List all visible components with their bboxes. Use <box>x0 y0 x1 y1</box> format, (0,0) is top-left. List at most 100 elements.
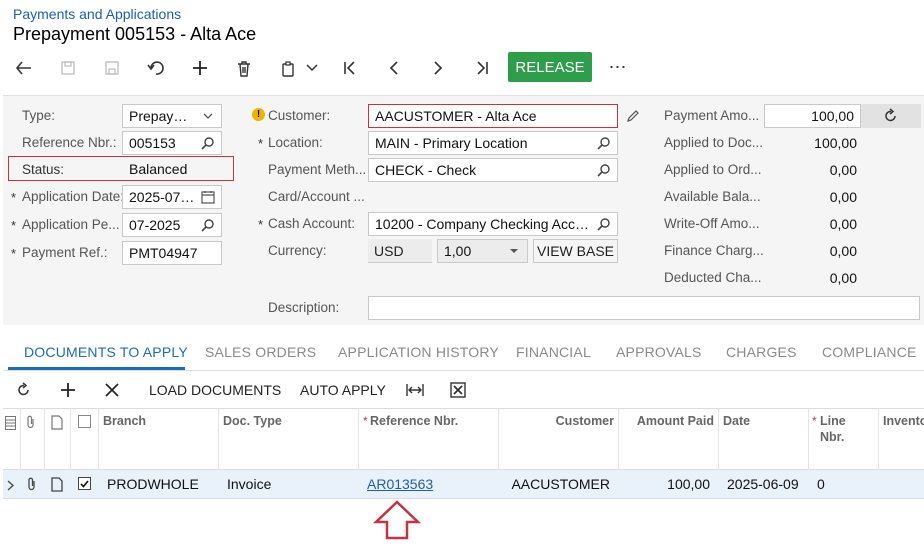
cell-reference-nbr-link[interactable]: AR013563 <box>367 476 433 492</box>
type-select[interactable]: Prepayme... <box>122 104 222 128</box>
application-date-field[interactable]: 2025-07-15 <box>122 185 222 209</box>
back-icon[interactable] <box>11 55 37 81</box>
application-period-field[interactable]: 07-2025 <box>122 213 222 237</box>
description-label: Description: <box>268 300 340 315</box>
close-icon <box>105 383 119 397</box>
note-icon[interactable] <box>51 477 63 497</box>
location-field[interactable]: MAIN - Primary Location <box>368 131 618 155</box>
currency-value: USD <box>368 239 432 263</box>
attachment-header-icon <box>25 415 37 435</box>
load-documents-button[interactable]: LOAD DOCUMENTS <box>149 378 281 402</box>
delete-icon[interactable] <box>231 55 257 81</box>
description-field[interactable] <box>368 296 920 320</box>
column-header-branch[interactable]: Branch <box>103 414 146 428</box>
excel-icon <box>450 382 466 398</box>
column-header-doc-type[interactable]: Doc. Type <box>223 414 282 428</box>
cell-date[interactable]: 2025-06-09 <box>727 476 799 492</box>
last-record-icon[interactable] <box>469 55 495 81</box>
refresh-button[interactable] <box>861 104 921 128</box>
available-balance-value: 0,00 <box>829 189 857 205</box>
cell-customer[interactable]: AACUSTOMER <box>498 476 610 492</box>
location-value: MAIN - Primary Location <box>375 135 528 151</box>
payment-method-label: Payment Meth... <box>268 162 367 177</box>
cell-amount-paid[interactable]: 100,00 <box>618 476 710 492</box>
add-icon <box>61 383 75 397</box>
finance-charges-label: Finance Charg... <box>664 243 764 258</box>
search-icon <box>597 137 610 150</box>
tab-approvals[interactable]: APPROVALS <box>616 344 702 360</box>
required-marker: * <box>812 414 817 428</box>
tab-documents-to-apply[interactable]: DOCUMENTS TO APPLY <box>24 344 188 360</box>
location-label: Location: <box>268 135 323 150</box>
undo-icon[interactable] <box>143 55 169 81</box>
select-all-checkbox[interactable] <box>78 415 91 428</box>
payment-ref-field[interactable]: PMT04947 <box>122 241 222 265</box>
cell-line-nbr[interactable]: 0 <box>817 476 825 492</box>
customer-field[interactable]: AACUSTOMER - Alta Ace <box>368 104 618 128</box>
reference-nbr-field[interactable]: 005153 <box>122 131 222 155</box>
customer-value: AACUSTOMER - Alta Ace <box>375 108 537 124</box>
search-icon <box>597 218 610 231</box>
application-date-label: Application Date: <box>22 189 125 204</box>
row-settings-icon[interactable] <box>5 416 16 435</box>
breadcrumb[interactable]: Payments and Applications <box>13 6 181 22</box>
chevron-down-icon[interactable] <box>299 55 325 81</box>
first-record-icon[interactable] <box>337 55 363 81</box>
tab-sales-orders[interactable]: SALES ORDERS <box>205 344 316 360</box>
more-actions-button[interactable]: ⋯ <box>605 52 631 82</box>
write-off-amount-label: Write-Off Amo... <box>664 216 760 231</box>
page-title: Prepayment 005153 - Alta Ace <box>13 24 257 44</box>
edit-icon[interactable] <box>625 108 641 124</box>
add-icon[interactable] <box>187 55 213 81</box>
payment-method-value: CHECK - Check <box>375 162 477 178</box>
auto-apply-button[interactable]: AUTO APPLY <box>300 378 386 402</box>
column-header-reference-nbr[interactable]: Reference Nbr. <box>370 414 458 428</box>
view-base-button[interactable]: VIEW BASE <box>533 239 618 263</box>
fit-columns-button[interactable] <box>406 378 426 402</box>
cash-account-field[interactable]: 10200 - Company Checking Account <box>368 212 618 236</box>
row-expand-icon[interactable] <box>7 478 14 496</box>
warning-icon: ! <box>252 108 265 121</box>
save-icon[interactable] <box>99 55 125 81</box>
required-marker: * <box>11 246 17 261</box>
column-header-customer[interactable]: Customer <box>498 414 614 428</box>
column-header-line-nbr[interactable]: Line <box>820 414 846 428</box>
next-record-icon[interactable] <box>425 55 451 81</box>
payment-ref-label: Payment Ref.: <box>22 245 108 260</box>
card-account-label: Card/Account ... <box>268 189 365 204</box>
tab-charges[interactable]: CHARGES <box>726 344 797 360</box>
grid-add-row-button[interactable] <box>60 378 80 402</box>
tab-compliance[interactable]: COMPLIANCE <box>822 344 917 360</box>
tab-application-history[interactable]: APPLICATION HISTORY <box>338 344 499 360</box>
application-date-value: 2025-07-15 <box>129 189 197 205</box>
cell-doc-type[interactable]: Invoice <box>227 476 271 492</box>
reference-nbr-label: Reference Nbr.: <box>22 135 117 150</box>
save-close-icon[interactable] <box>55 55 81 81</box>
previous-record-icon[interactable] <box>381 55 407 81</box>
row-checkbox[interactable] <box>78 477 91 490</box>
finance-charges-value: 0,00 <box>829 243 857 259</box>
applied-to-orders-value: 0,00 <box>829 162 857 178</box>
caret-down-icon <box>510 249 518 253</box>
column-header-inventory[interactable]: Invento <box>883 414 924 428</box>
payment-method-field[interactable]: CHECK - Check <box>368 158 618 182</box>
fit-width-icon <box>406 384 424 396</box>
cash-account-value: 10200 - Company Checking Account <box>375 216 593 232</box>
column-header-amount-paid[interactable]: Amount Paid <box>618 414 714 428</box>
release-button[interactable]: RELEASE <box>508 52 592 82</box>
application-period-label: Application Pe... <box>22 217 120 232</box>
cell-branch[interactable]: PRODWHOLE <box>107 476 199 492</box>
currency-rate-select[interactable]: 1,00 <box>437 239 528 263</box>
checkmark-icon <box>80 479 89 488</box>
tab-financial[interactable]: FINANCIAL <box>516 344 591 360</box>
write-off-amount-value: 0,00 <box>829 216 857 232</box>
attachment-icon[interactable] <box>26 477 38 497</box>
payment-amount-field[interactable]: 100,00 <box>764 104 861 128</box>
grid-refresh-button[interactable] <box>16 378 36 402</box>
currency-label: Currency: <box>268 243 327 258</box>
export-excel-button[interactable] <box>450 378 470 402</box>
column-header-date[interactable]: Date <box>723 414 750 428</box>
grid-delete-row-button[interactable] <box>105 378 125 402</box>
search-icon <box>597 164 610 177</box>
copy-paste-icon[interactable] <box>275 55 301 81</box>
